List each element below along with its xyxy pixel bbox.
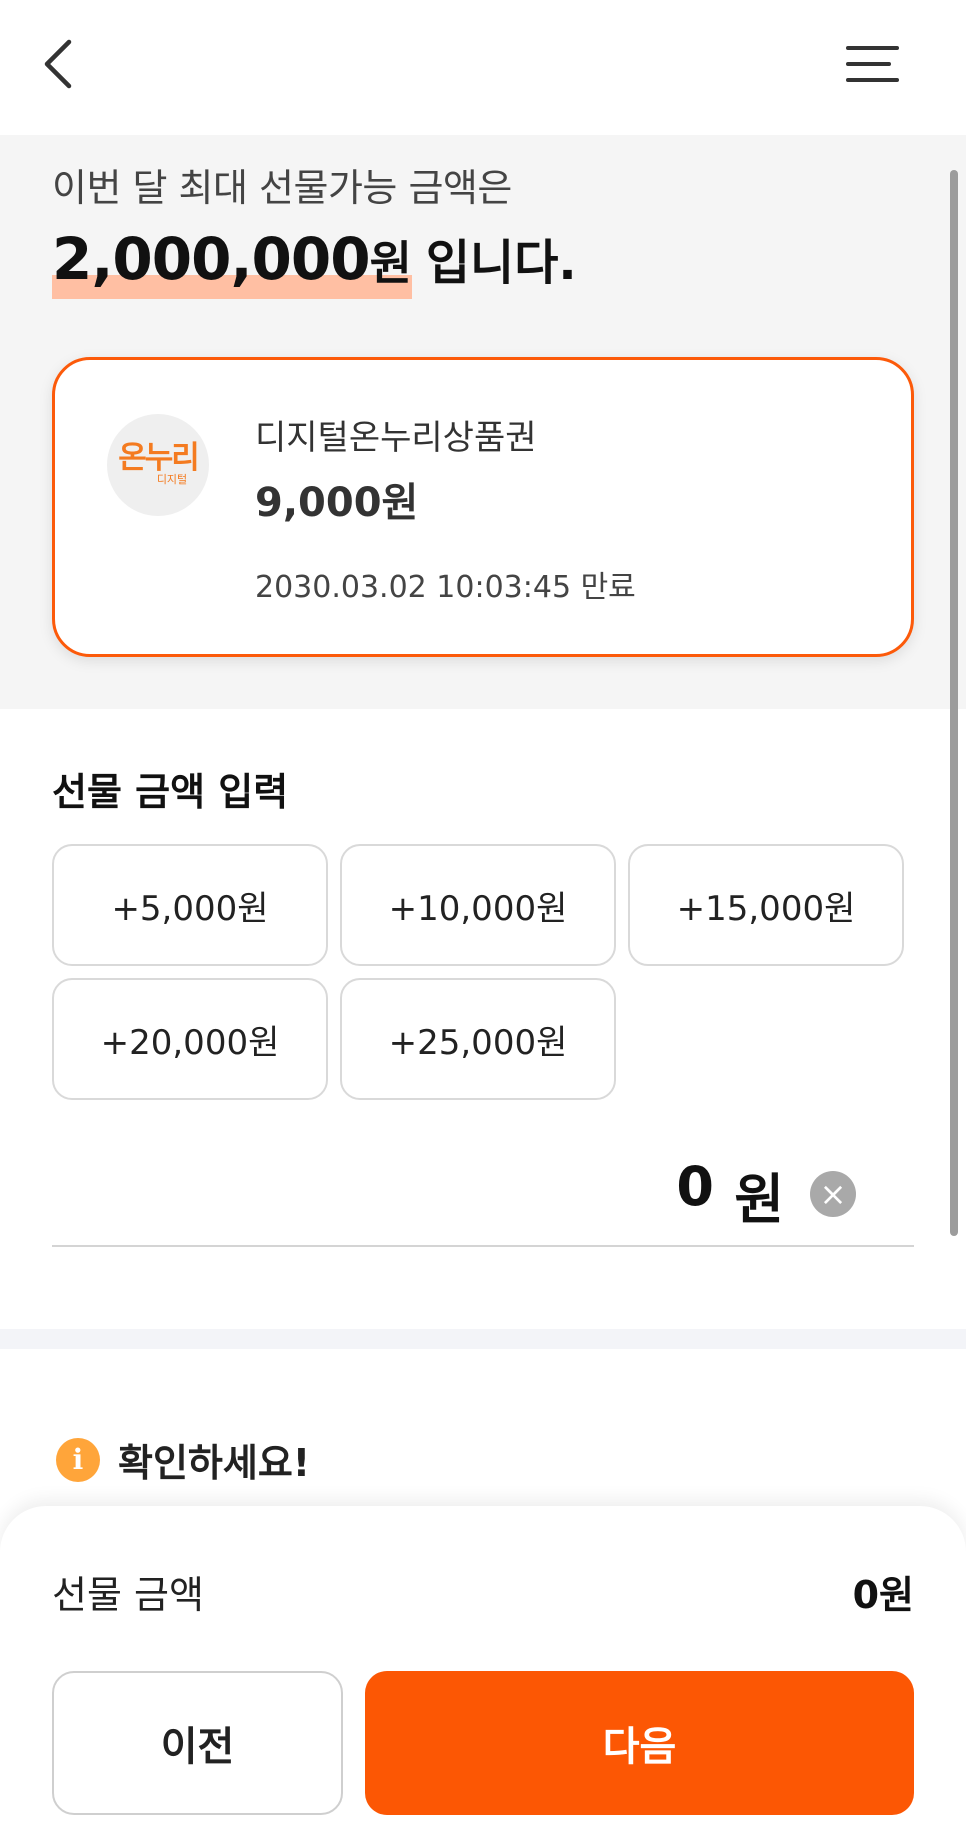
voucher-balance: 9,000원: [255, 480, 419, 526]
gift-total-value: 0원: [852, 1573, 914, 1617]
quick-amount-10000-button[interactable]: +10,000원: [340, 844, 616, 966]
gift-total-label: 선물 금액: [52, 1573, 204, 1617]
limit-intro-text: 이번 달 최대 선물가능 금액은: [52, 166, 512, 210]
back-button[interactable]: [30, 28, 86, 100]
logo-subtext: 디지털: [156, 473, 188, 487]
amount-suffix: 입니다.: [425, 235, 577, 291]
gift-amount-unit: 원: [734, 1168, 784, 1231]
notice-heading: i 확인하세요!: [56, 1432, 310, 1487]
clear-amount-button[interactable]: ×: [810, 1171, 856, 1217]
logo-text: 온누리: [118, 440, 200, 477]
quick-amount-25000-button[interactable]: +25,000원: [340, 978, 616, 1100]
max-amount: 2,000,000원: [52, 225, 412, 299]
gift-amount-input-section: 선물 금액 입력 +5,000원 +10,000원 +15,000원 +20,0…: [0, 709, 966, 1329]
voucher-card[interactable]: 온누리 디지털 디지털온누리상품권 9,000원 2030.03.02 10:0…: [52, 357, 914, 657]
chevron-left-icon: [44, 39, 72, 89]
gift-amount-value: 0: [676, 1155, 714, 1218]
voucher-name: 디지털온누리상품권: [255, 418, 537, 458]
max-amount-number: 2,000,000: [52, 225, 371, 293]
max-amount-unit: 원: [369, 236, 412, 290]
notice-text: 확인하세요!: [118, 1441, 311, 1485]
quick-amount-15000-button[interactable]: +15,000원: [628, 844, 904, 966]
next-button[interactable]: 다음: [365, 1671, 914, 1815]
quick-amount-20000-button[interactable]: +20,000원: [52, 978, 328, 1100]
menu-button[interactable]: [840, 32, 906, 96]
bottom-action-sheet: 선물 금액 0원 이전 다음: [0, 1506, 966, 1834]
app-header: [0, 0, 966, 135]
gift-limit-summary: 이번 달 최대 선물가능 금액은 2,000,000원 입니다. 온누리 디지털…: [0, 135, 966, 709]
gift-amount-field[interactable]: 0 원 ×: [52, 1129, 914, 1247]
section-divider: [0, 1329, 966, 1349]
onnuri-logo: 온누리 디지털: [107, 414, 209, 516]
hamburger-menu-icon: [846, 46, 899, 82]
voucher-expiry: 2030.03.02 10:03:45 만료: [255, 570, 636, 605]
section-title: 선물 금액 입력: [52, 770, 289, 814]
limit-amount-line: 2,000,000원 입니다.: [52, 223, 577, 299]
gift-amount-page: 이번 달 최대 선물가능 금액은 2,000,000원 입니다. 온누리 디지털…: [0, 0, 966, 1834]
clear-circle-icon: ×: [819, 1175, 847, 1213]
previous-button[interactable]: 이전: [52, 1671, 343, 1815]
scrollbar[interactable]: [950, 170, 958, 1236]
quick-amount-5000-button[interactable]: +5,000원: [52, 844, 328, 966]
info-icon: i: [56, 1437, 100, 1482]
